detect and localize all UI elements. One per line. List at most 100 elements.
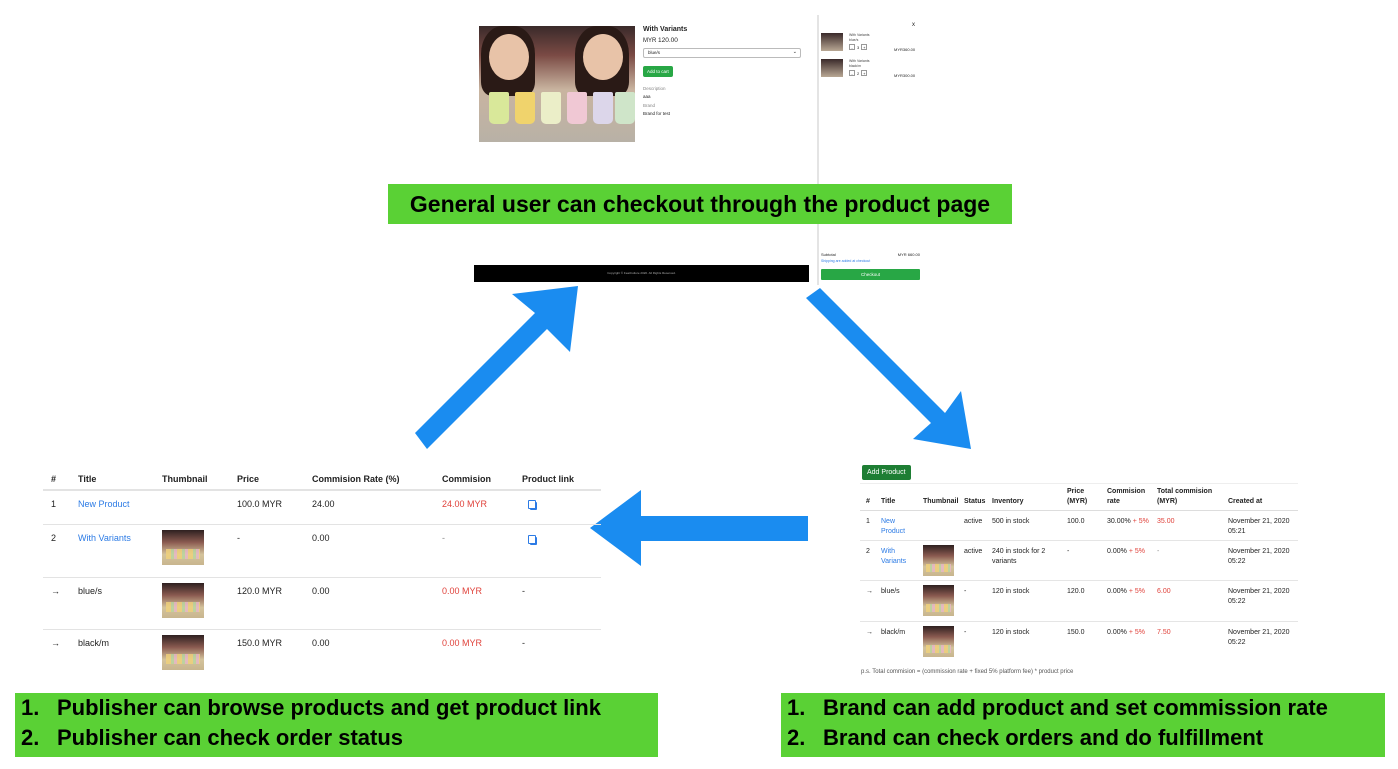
row-num: 2: [51, 533, 57, 543]
row-total-commission: 35.00: [1157, 518, 1175, 525]
arrow-down-right-icon: [806, 288, 971, 449]
subtotal-label: Subtotal: [821, 252, 836, 257]
drink-cup: [489, 92, 509, 124]
row-price: 120.0 MYR: [237, 586, 283, 596]
row-num: 1: [51, 499, 57, 509]
banner-line: 1. Publisher can browse products and get…: [21, 693, 658, 723]
cart-divider: [817, 15, 819, 285]
drink-cup: [615, 92, 635, 124]
column-header-price: Price: [237, 474, 260, 484]
column-header-status: Status: [964, 498, 986, 505]
cart-item: With Variants blue/s - 3 + MYR360.00: [821, 33, 921, 57]
row-price: -: [1067, 548, 1070, 555]
column-header-title: Title: [78, 474, 97, 484]
row-rate: 0.00% + 5%: [1107, 548, 1145, 555]
cart-item-total: MYR360.00: [894, 47, 916, 52]
row-price: -: [237, 533, 240, 543]
increment-button[interactable]: +: [861, 70, 868, 76]
column-header-rate: Commision rate: [1107, 488, 1146, 505]
arrow-left-icon: [590, 490, 808, 566]
row-price: 150.0: [1067, 629, 1085, 636]
cart-item-total: MYR300.00: [894, 73, 916, 78]
variant-title: black/m: [881, 629, 906, 636]
column-header-total-commission: Total commision (MYR): [1157, 488, 1213, 505]
row-inventory: 240 in stock for 2 variants: [992, 548, 1046, 565]
row-rate: 30.00% + 5%: [1107, 518, 1149, 525]
row-rate: 0.00: [312, 586, 330, 596]
product-title-link[interactable]: With Variants: [78, 533, 131, 543]
column-header-inventory: Inventory: [992, 498, 1024, 505]
row-num: 1: [866, 518, 870, 525]
column-header-commission: Commision: [442, 474, 492, 484]
publisher-product-table: # Title Thumbnail Price Commision Rate (…: [43, 466, 601, 682]
row-inventory: 120 in stock: [992, 629, 1030, 636]
row-price: 100.0: [1067, 518, 1085, 525]
product-thumbnail: [923, 585, 954, 616]
product-thumbnail: [162, 635, 204, 670]
drink-cup: [515, 92, 535, 124]
row-created: November 21, 2020 05:22: [1228, 588, 1290, 605]
banner-line-text: Publisher can check order status: [57, 725, 404, 750]
table-row: → black/m - 120 in stock 150.0 0.00% + 5…: [860, 622, 1298, 663]
row-total-commission: 6.00: [1157, 588, 1171, 595]
person-face: [489, 34, 529, 80]
drink-cup: [567, 92, 587, 124]
increment-button[interactable]: +: [861, 44, 868, 50]
banner-line: 2. Publisher can check order status: [21, 723, 658, 753]
variant-select[interactable]: blue/s ⌄: [643, 48, 801, 58]
row-num: →: [51, 638, 60, 648]
column-header-created: Created at: [1228, 498, 1263, 505]
row-price: 150.0 MYR: [237, 638, 283, 648]
add-to-cart-button[interactable]: Add to cart: [643, 66, 673, 77]
product-title-link[interactable]: New Product: [78, 499, 130, 509]
table-row: 1 New Product active 500 in stock 100.0 3…: [860, 511, 1298, 541]
banner-line-num: 1.: [787, 695, 806, 720]
banner-line-text: Brand can add product and set commission…: [823, 695, 1328, 720]
brand-label: Brand: [643, 103, 656, 108]
person-face: [583, 34, 623, 80]
checkout-button[interactable]: Checkout: [821, 269, 920, 280]
product-title-link[interactable]: New Product: [881, 517, 905, 537]
row-commission: 0.00 MYR: [442, 586, 483, 596]
arrow-up-right-icon: [415, 286, 578, 449]
chevron-down-icon: ⌄: [792, 49, 797, 55]
product-page-screenshot: With Variants MYR 120.00 blue/s ⌄ Add to…: [474, 15, 920, 285]
row-inventory: 120 in stock: [992, 588, 1030, 595]
banner-line: 1. Brand can add product and set commiss…: [787, 693, 1385, 723]
cart-subtotal: Subtotal MYR 660.00 Shipping are added a…: [821, 252, 920, 263]
table-row: → black/m 150.0 MYR 0.00 0.00 MYR -: [43, 630, 601, 682]
description-value: aaa: [643, 94, 651, 99]
add-product-button[interactable]: Add Product: [862, 465, 911, 480]
row-status: active: [964, 518, 983, 525]
shipping-note[interactable]: Shipping are added at checkout: [821, 259, 920, 263]
banner-line-num: 1.: [21, 695, 40, 720]
copy-link-icon[interactable]: [528, 535, 537, 547]
row-price: 120.0: [1067, 588, 1085, 595]
decrement-button[interactable]: -: [849, 44, 855, 50]
row-num: →: [866, 588, 873, 595]
decrement-button[interactable]: -: [849, 70, 855, 76]
row-rate: 0.00: [312, 638, 330, 648]
row-link: -: [522, 638, 525, 648]
cart-close-button[interactable]: x: [912, 22, 915, 28]
banner-line-text: Brand can check orders and do fulfillmen…: [823, 725, 1264, 750]
product-info: With Variants MYR 120.00 blue/s ⌄ Add to…: [643, 26, 803, 116]
variant-title: blue/s: [78, 586, 103, 596]
column-header-price: Price (MYR): [1067, 488, 1088, 505]
quantity-stepper[interactable]: - 2 +: [849, 70, 868, 76]
table-row: → blue/s 120.0 MYR 0.00 0.00 MYR -: [43, 578, 601, 630]
quantity-stepper[interactable]: - 3 +: [849, 44, 868, 50]
table-header: # Title Thumbnail Price Commision Rate (…: [43, 466, 601, 491]
price-value: 120.00: [658, 37, 678, 44]
variant-title: blue/s: [881, 588, 900, 595]
banner-line: 2. Brand can check orders and do fulfill…: [787, 723, 1385, 753]
product-title-link[interactable]: With Variants: [881, 547, 906, 567]
column-header-thumbnail: Thumbnail: [162, 474, 208, 484]
copy-link-icon[interactable]: [528, 500, 537, 512]
column-header-thumbnail: Thumbnail: [923, 498, 959, 505]
product-thumbnail: [162, 530, 204, 565]
banner-line-num: 2.: [21, 725, 40, 750]
column-header-product-link: Product link: [522, 474, 575, 484]
table-row: 1 New Product 100.0 MYR 24.00 24.00 MYR: [43, 491, 601, 525]
banner-line-text: Publisher can browse products and get pr…: [57, 695, 601, 720]
